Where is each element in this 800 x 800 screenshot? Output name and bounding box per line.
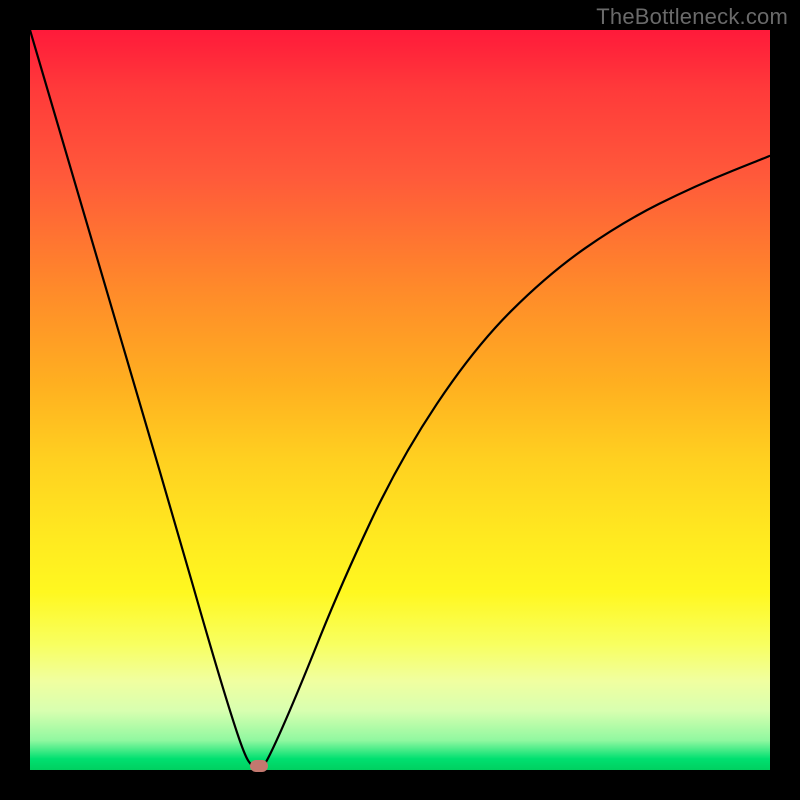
plot-area	[30, 30, 770, 770]
curve-svg	[30, 30, 770, 770]
optimal-point-marker	[250, 760, 268, 772]
chart-frame: TheBottleneck.com	[0, 0, 800, 800]
watermark-label: TheBottleneck.com	[596, 4, 788, 30]
bottleneck-curve	[30, 30, 770, 769]
